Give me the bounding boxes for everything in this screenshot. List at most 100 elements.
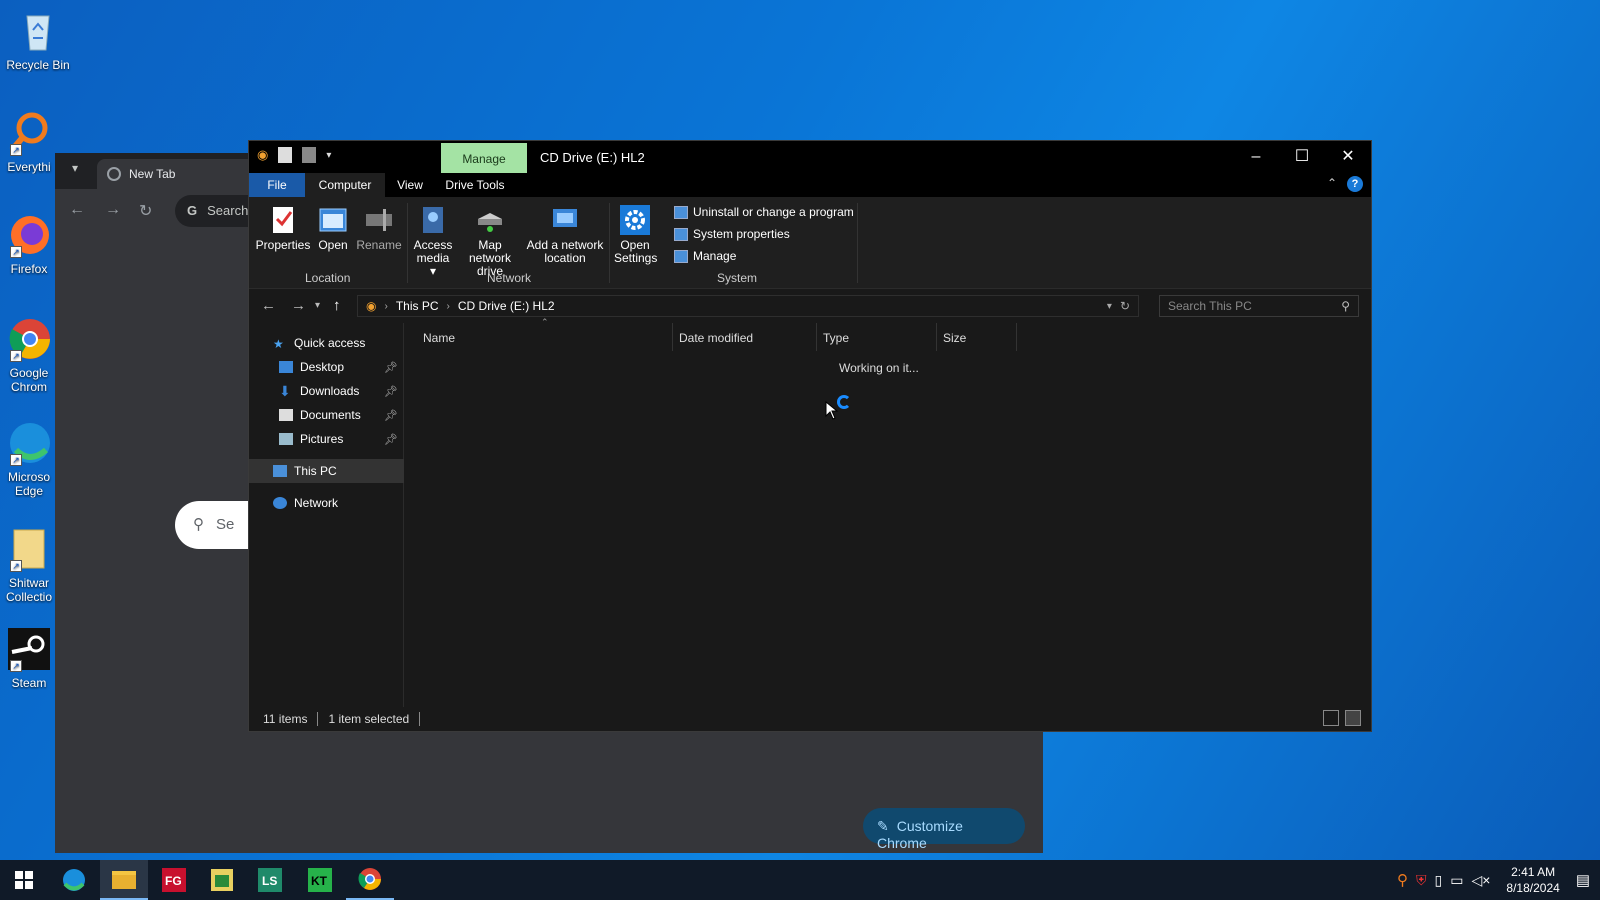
system-properties-button[interactable]: System properties [674, 227, 790, 241]
open-settings-label: Open Settings [614, 238, 658, 265]
desktop-icon-steam[interactable]: ↗ Steam [0, 626, 58, 690]
taskbar-folder-app[interactable] [198, 860, 246, 900]
properties-button[interactable]: Properties [255, 205, 311, 252]
everything-tray-icon[interactable]: ⚲ [1397, 871, 1408, 889]
back-arrow-icon[interactable]: ← [69, 201, 85, 219]
search-input[interactable]: Search This PC ⚲ [1159, 295, 1359, 317]
tab-manage[interactable]: Manage [441, 143, 527, 173]
usb-device-icon[interactable]: ▯ [1435, 872, 1443, 889]
recent-locations-chevron-icon[interactable]: ▾ [315, 300, 320, 311]
customize-chrome-button[interactable]: ✎ Customize Chrome [863, 808, 1025, 851]
taskbar-chrome[interactable] [346, 860, 394, 900]
taskbar-kt-app[interactable]: KT [296, 860, 344, 900]
rename-button[interactable]: Rename [355, 205, 403, 252]
refresh-icon[interactable]: ↻ [1120, 299, 1130, 313]
tab-drive-tools[interactable]: Drive Tools [435, 173, 515, 197]
media-icon [417, 205, 449, 235]
desktop-icon-shitware[interactable]: ↗ Shitwar Collectio [0, 526, 58, 604]
open-settings-button[interactable]: Open Settings [613, 205, 657, 265]
tab-view[interactable]: View [385, 173, 435, 197]
manage-button[interactable]: Manage [674, 249, 736, 263]
view-toggle [1323, 710, 1361, 726]
large-icons-view-icon[interactable] [1345, 710, 1361, 726]
column-header-date-modified[interactable]: Date modified [673, 323, 817, 351]
address-bar[interactable]: ◉ › This PC › CD Drive (E:) HL2 ▾ ↻ [357, 295, 1139, 317]
add-network-location-button[interactable]: Add a network location [525, 205, 605, 265]
search-icon: ⚲ [1341, 299, 1350, 313]
pin-icon[interactable]: 📌︎ [384, 409, 398, 422]
desktop-icon-everything[interactable]: ↗ Everythi [0, 110, 58, 174]
drive-icon[interactable]: ◉ [257, 147, 268, 163]
desktop-icon-chrome[interactable]: ↗ Google Chrom [0, 316, 58, 394]
forward-arrow-icon[interactable]: → [105, 201, 121, 219]
desktop-icon-label: Everythi [7, 160, 51, 174]
maximize-button[interactable]: ☐ [1279, 141, 1325, 173]
taskbar-file-explorer[interactable] [100, 860, 148, 900]
new-folder-quick-icon[interactable] [302, 147, 317, 163]
search-icon: ⚲ [193, 516, 204, 533]
column-header-size[interactable]: Size [937, 323, 1017, 351]
collapse-ribbon-icon[interactable]: ⌃ [1327, 176, 1337, 192]
uninstall-program-button[interactable]: Uninstall or change a program [674, 205, 854, 219]
shortcut-arrow-icon: ↗ [10, 246, 22, 258]
desktop-icon-label: Google Chrom [9, 366, 49, 394]
tab-file[interactable]: File [249, 173, 305, 197]
windows-logo-icon [15, 871, 33, 889]
breadcrumb-cd-drive[interactable]: CD Drive (E:) HL2 [458, 299, 555, 313]
notifications-icon[interactable]: ▤ [1576, 871, 1590, 889]
address-history-chevron-icon[interactable]: ▾ [1107, 301, 1112, 312]
clock[interactable]: 2:41 AM 8/18/2024 [1506, 864, 1559, 896]
title-bar: ◉ ▾ Manage CD Drive (E:) HL2 – ☐ ✕ [249, 141, 1371, 173]
taskbar-edge[interactable] [50, 860, 98, 900]
nav-item-pictures[interactable]: Pictures 📌︎ [249, 427, 404, 451]
nav-item-documents[interactable]: Documents 📌︎ [249, 403, 404, 427]
minimize-button[interactable]: – [1233, 141, 1279, 173]
breadcrumb-this-pc[interactable]: This PC [396, 299, 439, 313]
pin-icon[interactable]: 📌︎ [384, 361, 398, 374]
reload-icon[interactable]: ↻ [139, 201, 152, 221]
chevron-down-icon[interactable]: ▾ [65, 161, 85, 181]
desktop-icon-edge[interactable]: ↗ Microso Edge [0, 420, 58, 498]
start-button[interactable] [0, 860, 48, 900]
taskbar-ls-app[interactable]: LS [246, 860, 294, 900]
security-tray-icon[interactable]: ⛨ [1416, 872, 1427, 889]
up-arrow-icon[interactable]: ↑ [333, 297, 341, 314]
desktop-icon-firefox[interactable]: ↗ Firefox [0, 212, 58, 276]
column-header-type[interactable]: Type [817, 323, 937, 351]
nav-item-downloads[interactable]: ⬇ Downloads 📌︎ [249, 379, 404, 403]
edge-icon [63, 869, 85, 891]
close-button[interactable]: ✕ [1325, 141, 1371, 173]
star-icon: ★ [273, 337, 284, 351]
taskbar-fg-app[interactable]: FG [150, 860, 198, 900]
volume-muted-icon[interactable]: ◁× [1471, 872, 1490, 889]
ribbon-controls: ⌃ ? [1327, 176, 1363, 192]
customize-qat-chevron-icon[interactable]: ▾ [326, 150, 331, 161]
nav-item-desktop[interactable]: Desktop 📌︎ [249, 355, 404, 379]
file-explorer-window: ◉ ▾ Manage CD Drive (E:) HL2 – ☐ ✕ File … [248, 140, 1372, 732]
pin-icon[interactable]: 📌︎ [384, 385, 398, 398]
nav-item-label: Network [294, 496, 339, 510]
nav-item-network[interactable]: Network [249, 491, 404, 515]
access-media-button[interactable]: Access media ▾ [411, 205, 455, 278]
customize-chrome-label: Customize Chrome [877, 818, 963, 851]
open-button[interactable]: Open [311, 205, 355, 252]
nav-item-this-pc[interactable]: This PC [249, 459, 404, 483]
desktop-icon-recycle-bin[interactable]: Recycle Bin [0, 8, 76, 72]
busy-spinner-icon [837, 395, 851, 409]
network-status-icon[interactable]: ▭ [1450, 872, 1463, 889]
column-header-name[interactable]: Name [417, 323, 673, 351]
pin-icon[interactable]: 📌︎ [384, 433, 398, 446]
network-location-icon [549, 205, 581, 235]
properties-quick-icon[interactable] [278, 147, 293, 163]
back-arrow-icon[interactable]: ← [261, 297, 276, 314]
open-label: Open [318, 238, 348, 252]
map-network-drive-button[interactable]: Map network drive [455, 205, 525, 278]
details-view-icon[interactable] [1323, 710, 1339, 726]
omnibox-text: Search [207, 203, 249, 218]
nav-item-quick-access[interactable]: ★ Quick access [249, 331, 404, 355]
help-icon[interactable]: ? [1347, 176, 1363, 192]
tab-computer[interactable]: Computer [305, 173, 385, 197]
forward-arrow-icon[interactable]: → [291, 297, 306, 314]
drive-icon: ◉ [366, 299, 377, 313]
desktop-icon-label: Recycle Bin [6, 58, 70, 72]
